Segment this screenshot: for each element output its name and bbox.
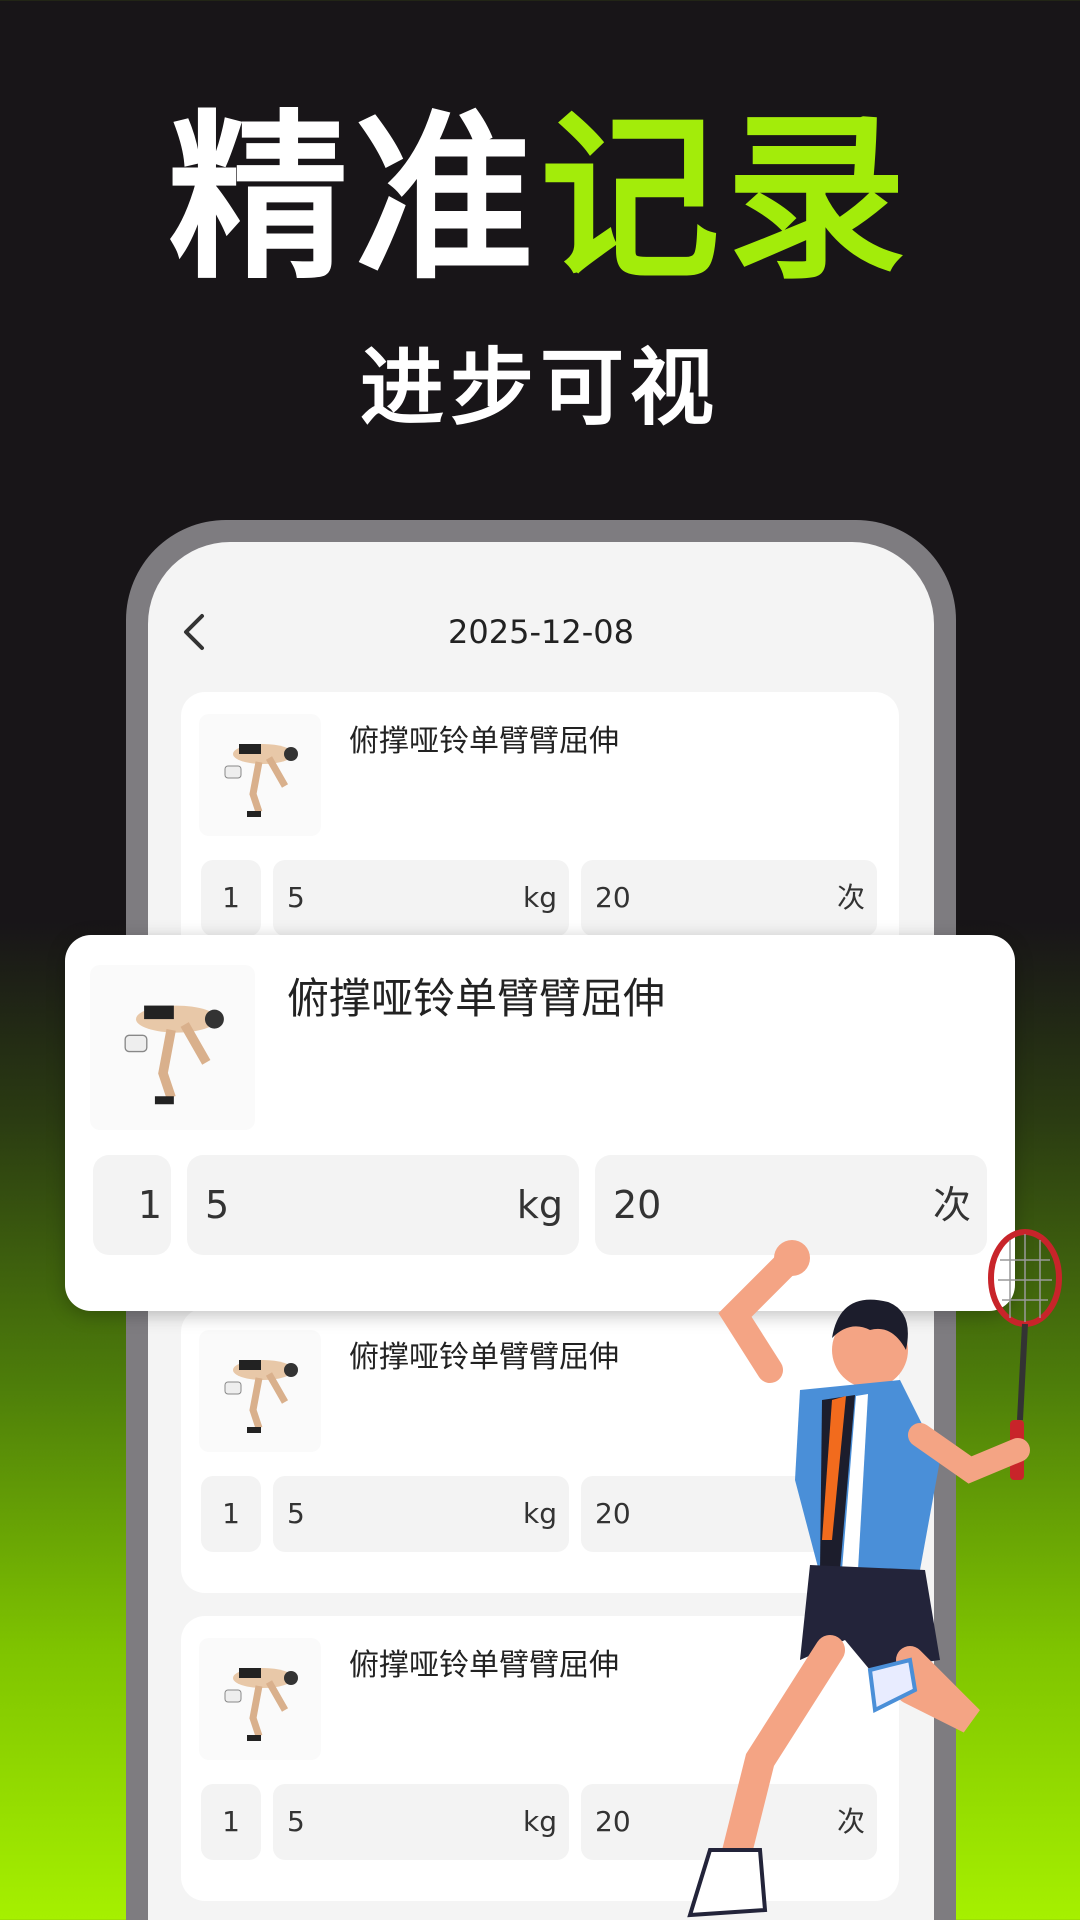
exercise-thumbnail-icon [199,1330,321,1452]
headline-part-2: 记录 [540,95,913,304]
set-number: 1 [93,1155,171,1255]
weight-field[interactable]: 5 kg [273,1476,569,1552]
weight-field[interactable]: 5 kg [187,1155,579,1255]
subline: 进步可视 [359,339,720,437]
weight-field[interactable]: 5 kg [273,860,569,936]
exercise-title: 俯撑哑铃单臂臂屈伸 [349,724,619,759]
set-number: 1 [201,860,261,936]
headline: 精准记录 [0,100,1080,300]
set-number: 1 [201,1476,261,1552]
headline-part-1: 精准 [167,95,540,304]
exercise-thumbnail-icon [90,965,255,1130]
reps-field[interactable]: 20次 [581,860,877,936]
exercise-thumbnail-icon [199,1638,321,1760]
set-number: 1 [201,1784,261,1860]
nav-bar: 2025-12-08 [148,602,934,662]
nav-date: 2025-12-08 [448,613,634,651]
exercise-title: 俯撑哑铃单臂臂屈伸 [287,974,666,1023]
weight-field[interactable]: 5 kg [273,1784,569,1860]
exercise-thumbnail-icon [199,714,321,836]
badminton-player-illustration [687,1229,1062,1918]
